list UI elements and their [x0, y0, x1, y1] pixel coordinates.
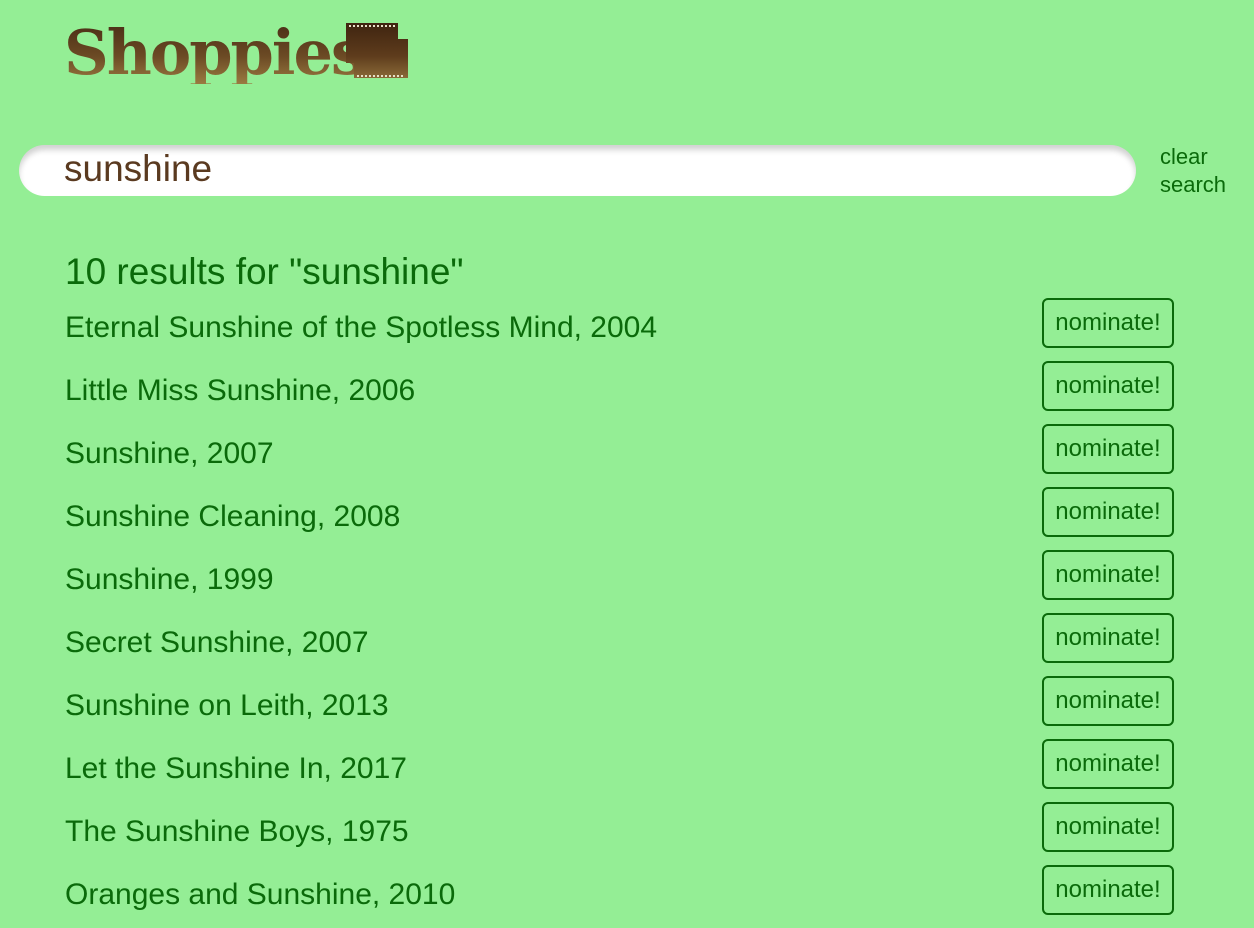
film-reel-icon: [346, 23, 408, 78]
nominate-button[interactable]: nominate!: [1042, 424, 1174, 474]
result-row: Oranges and Sunshine, 2010 nominate!: [0, 865, 1254, 928]
clear-search-link[interactable]: clear search: [1160, 143, 1240, 199]
result-title: Sunshine on Leith, 2013: [65, 689, 389, 722]
result-row: Eternal Sunshine of the Spotless Mind, 2…: [0, 298, 1254, 361]
nominate-button[interactable]: nominate!: [1042, 550, 1174, 600]
nominate-button[interactable]: nominate!: [1042, 676, 1174, 726]
result-row: The Sunshine Boys, 1975 nominate!: [0, 802, 1254, 865]
result-title: Eternal Sunshine of the Spotless Mind, 2…: [65, 311, 658, 344]
result-row: Sunshine, 1999 nominate!: [0, 550, 1254, 613]
results-list: Eternal Sunshine of the Spotless Mind, 2…: [0, 298, 1254, 928]
logo[interactable]: Shoppies: [64, 14, 408, 94]
clear-search-label-line2: search: [1160, 172, 1227, 197]
result-row: Secret Sunshine, 2007 nominate!: [0, 613, 1254, 676]
nominate-button[interactable]: nominate!: [1042, 613, 1174, 663]
nominate-button[interactable]: nominate!: [1042, 298, 1174, 348]
result-row: Sunshine on Leith, 2013 nominate!: [0, 676, 1254, 739]
nominate-button[interactable]: nominate!: [1042, 487, 1174, 537]
result-title: The Sunshine Boys, 1975: [65, 815, 409, 848]
result-title: Let the Sunshine In, 2017: [65, 752, 407, 785]
search-input[interactable]: [64, 147, 1104, 190]
result-title: Little Miss Sunshine, 2006: [65, 374, 416, 407]
result-row: Little Miss Sunshine, 2006 nominate!: [0, 361, 1254, 424]
result-title: Sunshine, 2007: [65, 437, 274, 470]
nominate-button[interactable]: nominate!: [1042, 802, 1174, 852]
nominate-button[interactable]: nominate!: [1042, 361, 1174, 411]
search-bar: [19, 145, 1136, 196]
result-title: Secret Sunshine, 2007: [65, 626, 369, 659]
logo-text: Shoppies: [64, 16, 366, 89]
page: Shoppies sunshine clear search 10 result…: [0, 0, 1254, 928]
result-title: Sunshine, 1999: [65, 563, 274, 596]
result-title: Sunshine Cleaning, 2008: [65, 500, 401, 533]
result-title: Oranges and Sunshine, 2010: [65, 878, 456, 911]
nominate-button[interactable]: nominate!: [1042, 739, 1174, 789]
results-heading: 10 results for "sunshine": [65, 251, 464, 292]
clear-search-label-line1: clear: [1160, 144, 1208, 169]
nominate-button[interactable]: nominate!: [1042, 865, 1174, 915]
result-row: Sunshine, 2007 nominate!: [0, 424, 1254, 487]
result-row: Let the Sunshine In, 2017 nominate!: [0, 739, 1254, 802]
result-row: Sunshine Cleaning, 2008 nominate!: [0, 487, 1254, 550]
